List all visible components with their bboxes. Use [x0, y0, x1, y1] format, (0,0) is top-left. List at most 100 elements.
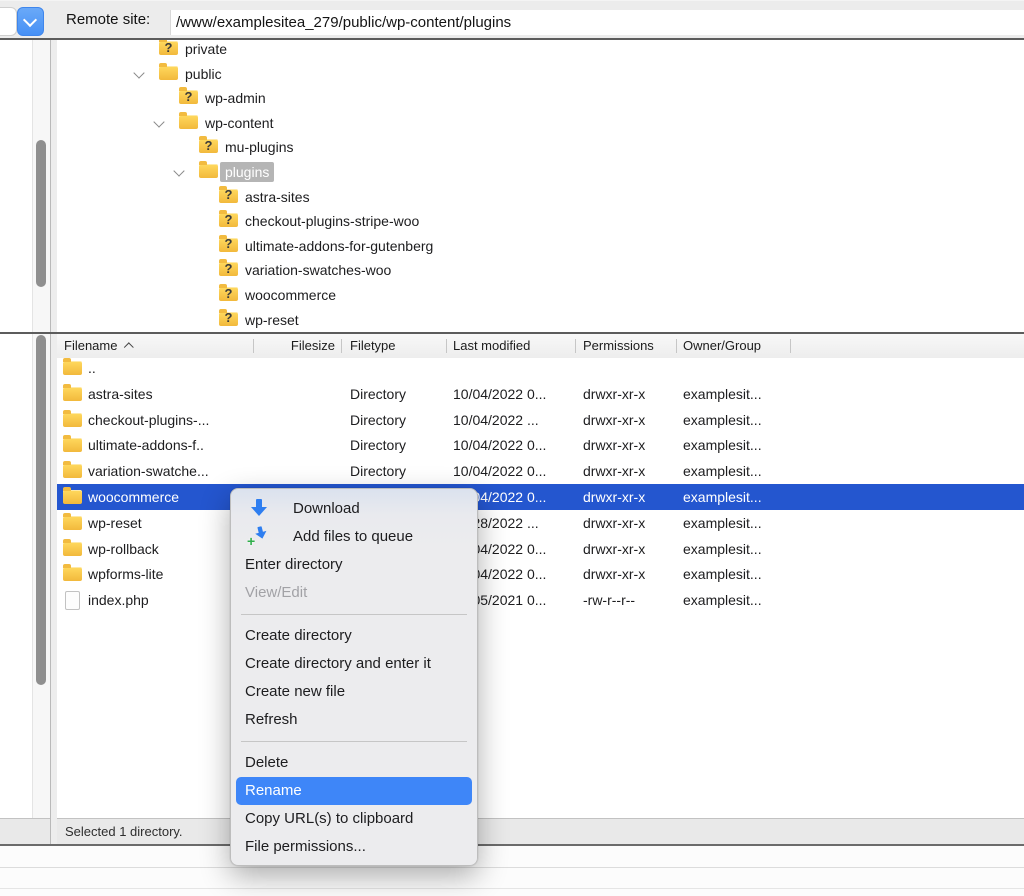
folder-question-icon [219, 287, 238, 301]
tree-item-label: wp-admin [205, 89, 266, 107]
tree-item-public[interactable]: public [57, 62, 1024, 86]
menu-item-create-directory-and-enter-it[interactable]: Create directory and enter it [231, 650, 477, 678]
site-dropdown-button[interactable] [17, 7, 44, 36]
arrow-shape [254, 525, 268, 540]
cell-mod: 10/04/2022 ... [453, 407, 539, 433]
column-resize-handle[interactable] [575, 339, 576, 353]
cell-own: examplesit... [683, 536, 762, 562]
chevron-down-icon[interactable] [153, 116, 164, 127]
cell-type: Directory [350, 381, 406, 407]
column-resize-handle[interactable] [790, 339, 791, 353]
menu-item-download[interactable]: Download [231, 495, 477, 523]
toolbar: Remote site: [0, 0, 1024, 39]
tree-item-wp-content[interactable]: wp-content [57, 111, 1024, 135]
selection-status-text: Selected 1 directory. [65, 824, 183, 839]
file-row-wp-rollback[interactable]: wp-rollbackDirectory10/04/2022 0...drwxr… [57, 536, 1024, 562]
tree-item-ultimate-addons-for-gutenberg[interactable]: ultimate-addons-for-gutenberg [57, 234, 1024, 258]
column-header-permissions[interactable]: Permissions [583, 338, 654, 354]
scrollbar-thumb[interactable] [36, 140, 46, 287]
file-row-variation-swatche[interactable]: variation-swatche...Directory10/04/2022 … [57, 458, 1024, 484]
menu-item-label: Download [293, 500, 360, 517]
menu-item-label: Delete [245, 754, 288, 771]
tree-item-label: ultimate-addons-for-gutenberg [245, 237, 433, 255]
tree-item-label: plugins [220, 162, 274, 182]
file-row-checkout-plugins[interactable]: checkout-plugins-...Directory10/04/2022 … [57, 407, 1024, 433]
tree-item-label: wp-reset [245, 311, 299, 329]
menu-item-delete[interactable]: Delete [231, 749, 477, 777]
column-header-filetype[interactable]: Filetype [350, 338, 396, 354]
tree-item-woocommerce[interactable]: woocommerce [57, 283, 1024, 307]
cell-perm: -rw-r--r-- [583, 587, 635, 613]
menu-item-create-new-file[interactable]: Create new file [231, 678, 477, 706]
column-resize-handle[interactable] [341, 339, 342, 353]
folder-question-icon [179, 90, 198, 104]
cell-own: examplesit... [683, 458, 762, 484]
remote-path-field[interactable] [170, 10, 1024, 35]
menu-item-copy-url-s-to-clipboard[interactable]: Copy URL(s) to clipboard [231, 805, 477, 833]
context-menu: Download Add files to queueEnter director… [230, 488, 478, 866]
scrollbar-track[interactable] [32, 334, 51, 818]
file-row-woocommerce[interactable]: woocommerceDirectory10/04/2022 0...drwxr… [57, 484, 1024, 510]
menu-separator [231, 607, 477, 622]
folder-question-icon [159, 41, 178, 55]
menu-item-enter-directory[interactable]: Enter directory [231, 551, 477, 579]
column-header-filesize[interactable]: Filesize [247, 338, 335, 354]
file-row-astra-sites[interactable]: astra-sitesDirectory10/04/2022 0...drwxr… [57, 381, 1024, 407]
tree-item-label: astra-sites [245, 188, 310, 206]
cell-own: examplesit... [683, 561, 762, 587]
cell-type: Directory [350, 458, 406, 484]
cell-name: checkout-plugins-... [88, 407, 209, 433]
cell-mod: 10/04/2022 0... [453, 458, 546, 484]
folder-icon [63, 413, 82, 427]
menu-item-label: File permissions... [245, 838, 366, 855]
tree-item-mu-plugins[interactable]: mu-plugins [57, 135, 1024, 159]
tree-item-wp-reset[interactable]: wp-reset [57, 308, 1024, 332]
cell-name: woocommerce [88, 484, 179, 510]
cell-perm: drwxr-xr-x [583, 561, 645, 587]
file-list-header: Filename Filesize Filetype Last modified Per… [57, 334, 1024, 359]
folder-icon [63, 516, 82, 530]
cell-own: examplesit... [683, 484, 762, 510]
tree-item-label: checkout-plugins-stripe-woo [245, 212, 419, 230]
tree-item-wp-admin[interactable]: wp-admin [57, 86, 1024, 110]
remote-tree-panel: private public wp-admin wp-content mu-plugin… [57, 40, 1024, 332]
chevron-down-icon[interactable] [173, 165, 184, 176]
segmented-control-fragment [0, 7, 17, 36]
chevron-down-icon[interactable] [133, 67, 144, 78]
folder-icon [63, 387, 82, 401]
column-resize-handle[interactable] [253, 339, 254, 353]
folder-question-icon [219, 238, 238, 252]
tree-item-label: wp-content [205, 114, 273, 132]
file-row-ultimate-addons-f[interactable]: ultimate-addons-f..Directory10/04/2022 0… [57, 432, 1024, 458]
file-row-index-php[interactable]: index.php10/05/2021 0...-rw-r--r--exampl… [57, 587, 1024, 613]
file-row-wp-reset[interactable]: wp-resetDirectory09/28/2022 ...drwxr-xr-… [57, 510, 1024, 536]
column-header-filename[interactable]: Filename [64, 338, 133, 354]
column-header-owner-group[interactable]: Owner/Group [683, 338, 761, 354]
menu-item-add-files-to-queue[interactable]: Add files to queue [231, 523, 477, 551]
chevron-down-icon [23, 13, 37, 27]
tree-item-label: variation-swatches-woo [245, 261, 391, 279]
tree-item-plugins[interactable]: plugins [57, 160, 1024, 184]
tree-item-variation-swatches-woo[interactable]: variation-swatches-woo [57, 258, 1024, 282]
menu-item-label: Refresh [245, 711, 298, 728]
file-row-[interactable]: .. [57, 358, 1024, 381]
cell-name: index.php [88, 587, 149, 613]
remote-site-label: Remote site: [66, 11, 150, 29]
column-resize-handle[interactable] [446, 339, 447, 353]
tree-item-private[interactable]: private [57, 40, 1024, 61]
file-row-wpforms-lite[interactable]: wpforms-liteDirectory10/04/2022 0...drwx… [57, 561, 1024, 587]
tree-item-astra-sites[interactable]: astra-sites [57, 185, 1024, 209]
menu-item-rename[interactable]: Rename [236, 777, 472, 805]
tree-item-label: private [185, 40, 227, 58]
cell-mod: 10/04/2022 0... [453, 432, 546, 458]
menu-item-label: Copy URL(s) to clipboard [245, 810, 413, 827]
menu-item-refresh[interactable]: Refresh [231, 706, 477, 734]
menu-item-create-directory[interactable]: Create directory [231, 622, 477, 650]
scrollbar-thumb[interactable] [36, 335, 46, 685]
column-header-last-modified[interactable]: Last modified [453, 338, 530, 354]
menu-item-file-permissions[interactable]: File permissions... [231, 833, 477, 861]
menu-item-view-edit[interactable]: View/Edit [231, 579, 477, 607]
column-resize-handle[interactable] [676, 339, 677, 353]
scrollbar-track[interactable] [32, 40, 51, 332]
tree-item-checkout-plugins-stripe-woo[interactable]: checkout-plugins-stripe-woo [57, 209, 1024, 233]
